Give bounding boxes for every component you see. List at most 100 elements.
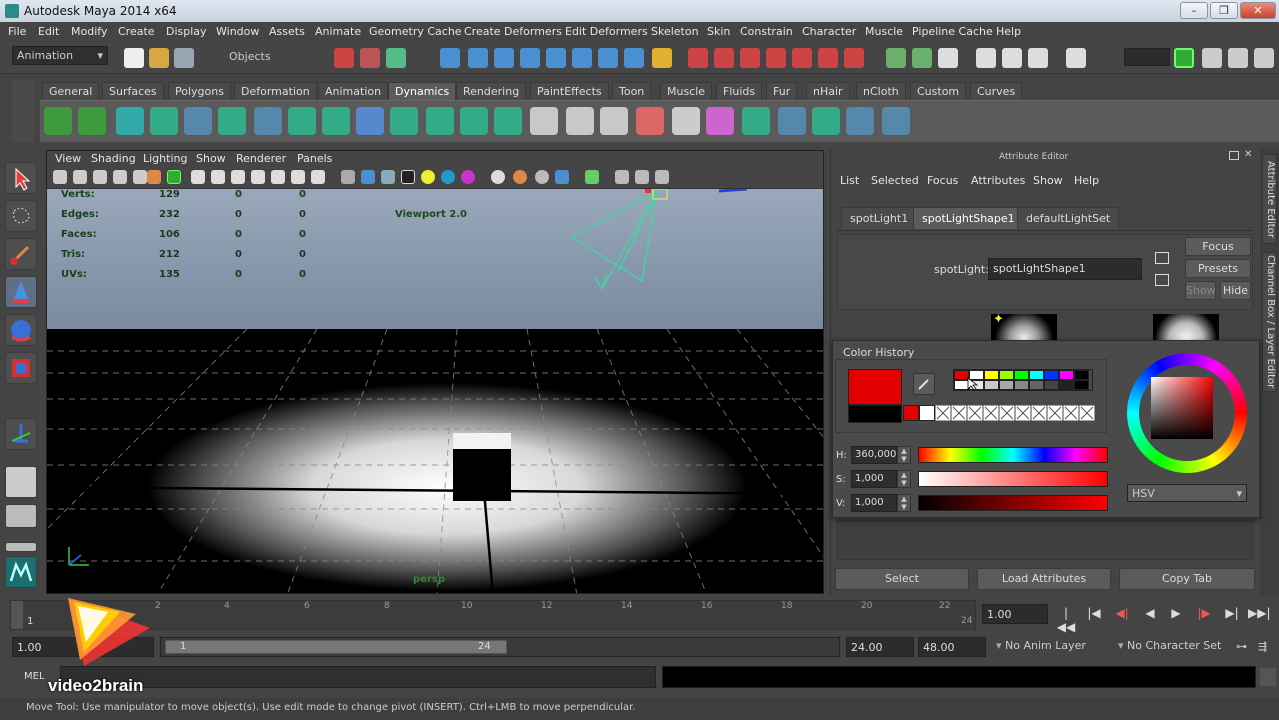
screen-space-ao-icon[interactable] (461, 170, 475, 184)
mask-surfaces-icon[interactable] (520, 48, 540, 68)
h-spinner[interactable]: ▲ ▼ (897, 446, 911, 464)
mask-misc-icon[interactable] (624, 48, 644, 68)
menu-create-deformers[interactable]: Create Deformers (464, 25, 562, 38)
wireframe-on-shaded-icon[interactable] (381, 170, 395, 184)
gate-mask-icon[interactable] (251, 170, 265, 184)
menu-assets[interactable]: Assets (269, 25, 305, 38)
close-button[interactable]: ✕ (1240, 2, 1276, 19)
air-field-icon[interactable] (116, 107, 144, 135)
motion-blur-icon[interactable] (491, 170, 505, 184)
play-backwards-button[interactable]: ◀ (1140, 606, 1160, 624)
script-editor-icon[interactable] (1260, 668, 1276, 686)
create-rigid-body-icon[interactable] (426, 107, 454, 135)
constraint-icon[interactable] (600, 107, 628, 135)
viewport-menu-lighting[interactable]: Lighting (143, 152, 187, 165)
menu-animate[interactable]: Animate (315, 25, 361, 38)
isolate-select-icon[interactable] (167, 170, 181, 184)
s-value-field[interactable]: 1,000 (851, 470, 897, 488)
save-scene-icon[interactable] (174, 48, 194, 68)
resolution-gate-icon[interactable] (231, 170, 245, 184)
share-icon[interactable] (655, 170, 669, 184)
hypershade-icon[interactable] (976, 48, 996, 68)
mask-rendering-icon[interactable] (598, 48, 618, 68)
newton-field-icon[interactable] (218, 107, 246, 135)
ae-menu-selected[interactable]: Selected (871, 174, 919, 187)
empty-color-slots[interactable] (935, 405, 1097, 421)
vortex-field-icon[interactable] (356, 107, 384, 135)
particle-tool-icon[interactable] (44, 107, 72, 135)
mask-deformations-icon[interactable] (546, 48, 566, 68)
depth-of-field-icon[interactable] (535, 170, 549, 184)
node-name-field[interactable]: spotLightShape1 (988, 258, 1142, 280)
history-icon[interactable] (844, 48, 864, 68)
selection-mode[interactable]: Objects (225, 48, 305, 65)
history-swatch[interactable] (1029, 370, 1044, 380)
instancer-icon[interactable] (846, 107, 874, 135)
lasso-tool-icon[interactable] (5, 200, 37, 232)
shelf-tab-fur[interactable]: Fur (766, 82, 798, 100)
shelf-tab-animation[interactable]: Animation (318, 82, 389, 100)
shelf-tab-ncloth[interactable]: nCloth (856, 82, 906, 100)
snap-magnet-icon[interactable] (818, 48, 838, 68)
history-swatch[interactable] (999, 370, 1014, 380)
mask-dynamics-icon[interactable] (572, 48, 592, 68)
drag-field-icon[interactable] (150, 107, 178, 135)
snap-grid-icon[interactable] (688, 48, 708, 68)
universal-manipulator-icon[interactable] (5, 418, 37, 450)
shelf-tab-custom[interactable]: Custom (910, 82, 967, 100)
history-swatch[interactable] (984, 380, 999, 390)
shelf-tab-painteffects[interactable]: PaintEffects (530, 82, 609, 100)
menu-skeleton[interactable]: Skeleton (651, 25, 699, 38)
snap-point-icon[interactable] (740, 48, 760, 68)
snapshot-icon[interactable] (147, 170, 161, 184)
make-live-icon[interactable] (792, 48, 812, 68)
viewport-menu-shading[interactable]: Shading (91, 152, 136, 165)
smooth-shade-icon[interactable] (361, 170, 375, 184)
hardware-render-icon[interactable] (882, 107, 910, 135)
render-globals-icon[interactable] (1028, 48, 1048, 68)
current-time-marker[interactable] (11, 601, 23, 629)
select-object-icon[interactable] (360, 48, 380, 68)
shelf-tab-toon[interactable]: Toon (612, 82, 652, 100)
input-line-icon[interactable] (1066, 48, 1086, 68)
wireframe-icon[interactable] (341, 170, 355, 184)
shelf-tab-polygons[interactable]: Polygons (168, 82, 231, 100)
menu-modify[interactable]: Modify (71, 25, 107, 38)
render-current-icon[interactable] (886, 48, 906, 68)
scale-tool-icon[interactable] (5, 352, 37, 384)
shadows-icon[interactable] (441, 170, 455, 184)
mask-joints-icon[interactable] (468, 48, 488, 68)
minimize-button[interactable]: – (1180, 2, 1208, 19)
step-forward-frame-button[interactable]: ▶| (1222, 606, 1242, 624)
grid-display-icon[interactable] (635, 170, 649, 184)
menu-window[interactable]: Window (216, 25, 259, 38)
show-button[interactable]: Show (1185, 281, 1216, 300)
render-view-icon[interactable] (1002, 48, 1022, 68)
shelf-menu-handle[interactable] (12, 80, 34, 142)
uniform-field-icon[interactable] (322, 107, 350, 135)
ae-menu-attributes[interactable]: Attributes (971, 174, 1025, 187)
focus-button[interactable]: Focus (1185, 237, 1251, 256)
select-hierarchy-icon[interactable] (334, 48, 354, 68)
history-swatch[interactable] (1014, 370, 1029, 380)
current-color-swatch[interactable] (848, 369, 902, 405)
menu-character[interactable]: Character (802, 25, 856, 38)
play-forwards-button[interactable]: ▶ (1166, 606, 1186, 624)
multisample-aa-icon[interactable] (513, 170, 527, 184)
image-plane-icon[interactable] (113, 170, 127, 184)
mode-dropdown[interactable]: Animation ▾ (12, 46, 108, 65)
safe-title-icon[interactable] (311, 170, 325, 184)
menu-muscle[interactable]: Muscle (865, 25, 903, 38)
history-swatch[interactable] (1074, 380, 1089, 390)
viewport-menu-panels[interactable]: Panels (297, 152, 332, 165)
s-spinner[interactable]: ▲ ▼ (897, 470, 911, 488)
time-slider[interactable]: 1 2 4 6 8 10 12 14 16 18 20 22 24 1.00 |… (0, 598, 1279, 634)
recent-color-swatch[interactable] (919, 405, 935, 421)
notes-area[interactable] (837, 520, 1253, 560)
history-swatch[interactable] (1044, 380, 1059, 390)
new-scene-icon[interactable] (124, 48, 144, 68)
ae-tab-defaultlightset[interactable]: defaultLightSet (1017, 207, 1120, 229)
close-panel-icon[interactable]: ✕ (1244, 150, 1254, 160)
select-button[interactable]: Select (835, 568, 969, 590)
menu-display[interactable]: Display (166, 25, 207, 38)
